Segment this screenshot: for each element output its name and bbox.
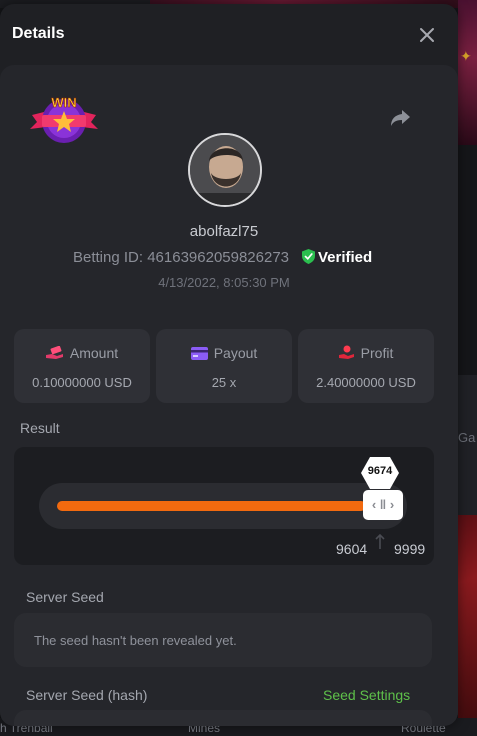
profit-label: Profit xyxy=(360,345,394,361)
shield-check-icon xyxy=(302,249,315,264)
server-seed-label: Server Seed xyxy=(26,589,104,605)
background-game-thumbnail xyxy=(458,0,477,145)
profit-value: 2.40000000 USD xyxy=(316,375,416,390)
betting-id: Betting ID: 46163962059826273 xyxy=(73,249,290,266)
share-button[interactable] xyxy=(388,107,412,129)
username: abolfazl75 xyxy=(189,223,259,240)
server-seed-hash-field xyxy=(14,710,432,726)
result-slider-track xyxy=(39,483,407,529)
arrow-up-icon xyxy=(374,533,386,556)
payout-label: Payout xyxy=(213,345,258,361)
win-badge: WIN xyxy=(28,93,100,147)
amount-card: Amount 0.10000000 USD xyxy=(14,329,150,403)
verified-badge: Verified xyxy=(302,249,372,266)
bet-timestamp: 4/13/2022, 8:05:30 PM xyxy=(158,275,290,290)
profit-card: Profit 2.40000000 USD xyxy=(298,329,434,403)
sparkle-icon: ✦ xyxy=(460,48,472,64)
card-icon xyxy=(190,347,208,363)
background-game-label: Ga xyxy=(458,430,476,445)
result-panel: ‹ ǁ › 9674 9604 9999 xyxy=(14,447,434,565)
result-value: 9674 xyxy=(367,465,393,477)
amount-label: Amount xyxy=(69,345,119,361)
server-seed-field: The seed hasn't been revealed yet. xyxy=(14,613,432,667)
close-icon xyxy=(420,28,434,42)
win-badge-text: WIN xyxy=(51,95,76,110)
slider-handle[interactable]: ‹ ǁ › xyxy=(363,490,403,520)
payout-value: 25 x xyxy=(211,375,237,390)
server-seed-hash-label: Server Seed (hash) xyxy=(26,687,148,703)
money-hand-icon xyxy=(45,345,64,363)
close-button[interactable] xyxy=(416,24,438,46)
verified-label: Verified xyxy=(318,249,373,266)
profit-hand-icon xyxy=(338,345,355,363)
range-min-value: 9604 xyxy=(336,541,368,557)
details-modal: Details WIN abolfazl75 Betting ID: 46163… xyxy=(0,4,458,726)
background-panel xyxy=(458,375,477,515)
payout-card: Payout 25 x xyxy=(156,329,292,403)
avatar xyxy=(188,133,262,207)
modal-title: Details xyxy=(12,25,65,42)
range-max-value: 9999 xyxy=(394,541,426,557)
amount-value: 0.10000000 USD xyxy=(32,375,132,390)
seed-settings-link[interactable]: Seed Settings xyxy=(323,687,410,703)
background-roulette-thumbnail xyxy=(458,515,477,736)
drag-handle-icon: ‹ ǁ › xyxy=(371,497,395,512)
result-value-badge: 9674 xyxy=(360,456,400,490)
result-label: Result xyxy=(20,420,60,436)
server-seed-text: The seed hasn't been revealed yet. xyxy=(34,633,237,648)
result-slider-fill xyxy=(57,501,366,511)
share-icon xyxy=(391,110,410,126)
bet-details-panel: WIN abolfazl75 Betting ID: 4616396205982… xyxy=(0,65,458,726)
